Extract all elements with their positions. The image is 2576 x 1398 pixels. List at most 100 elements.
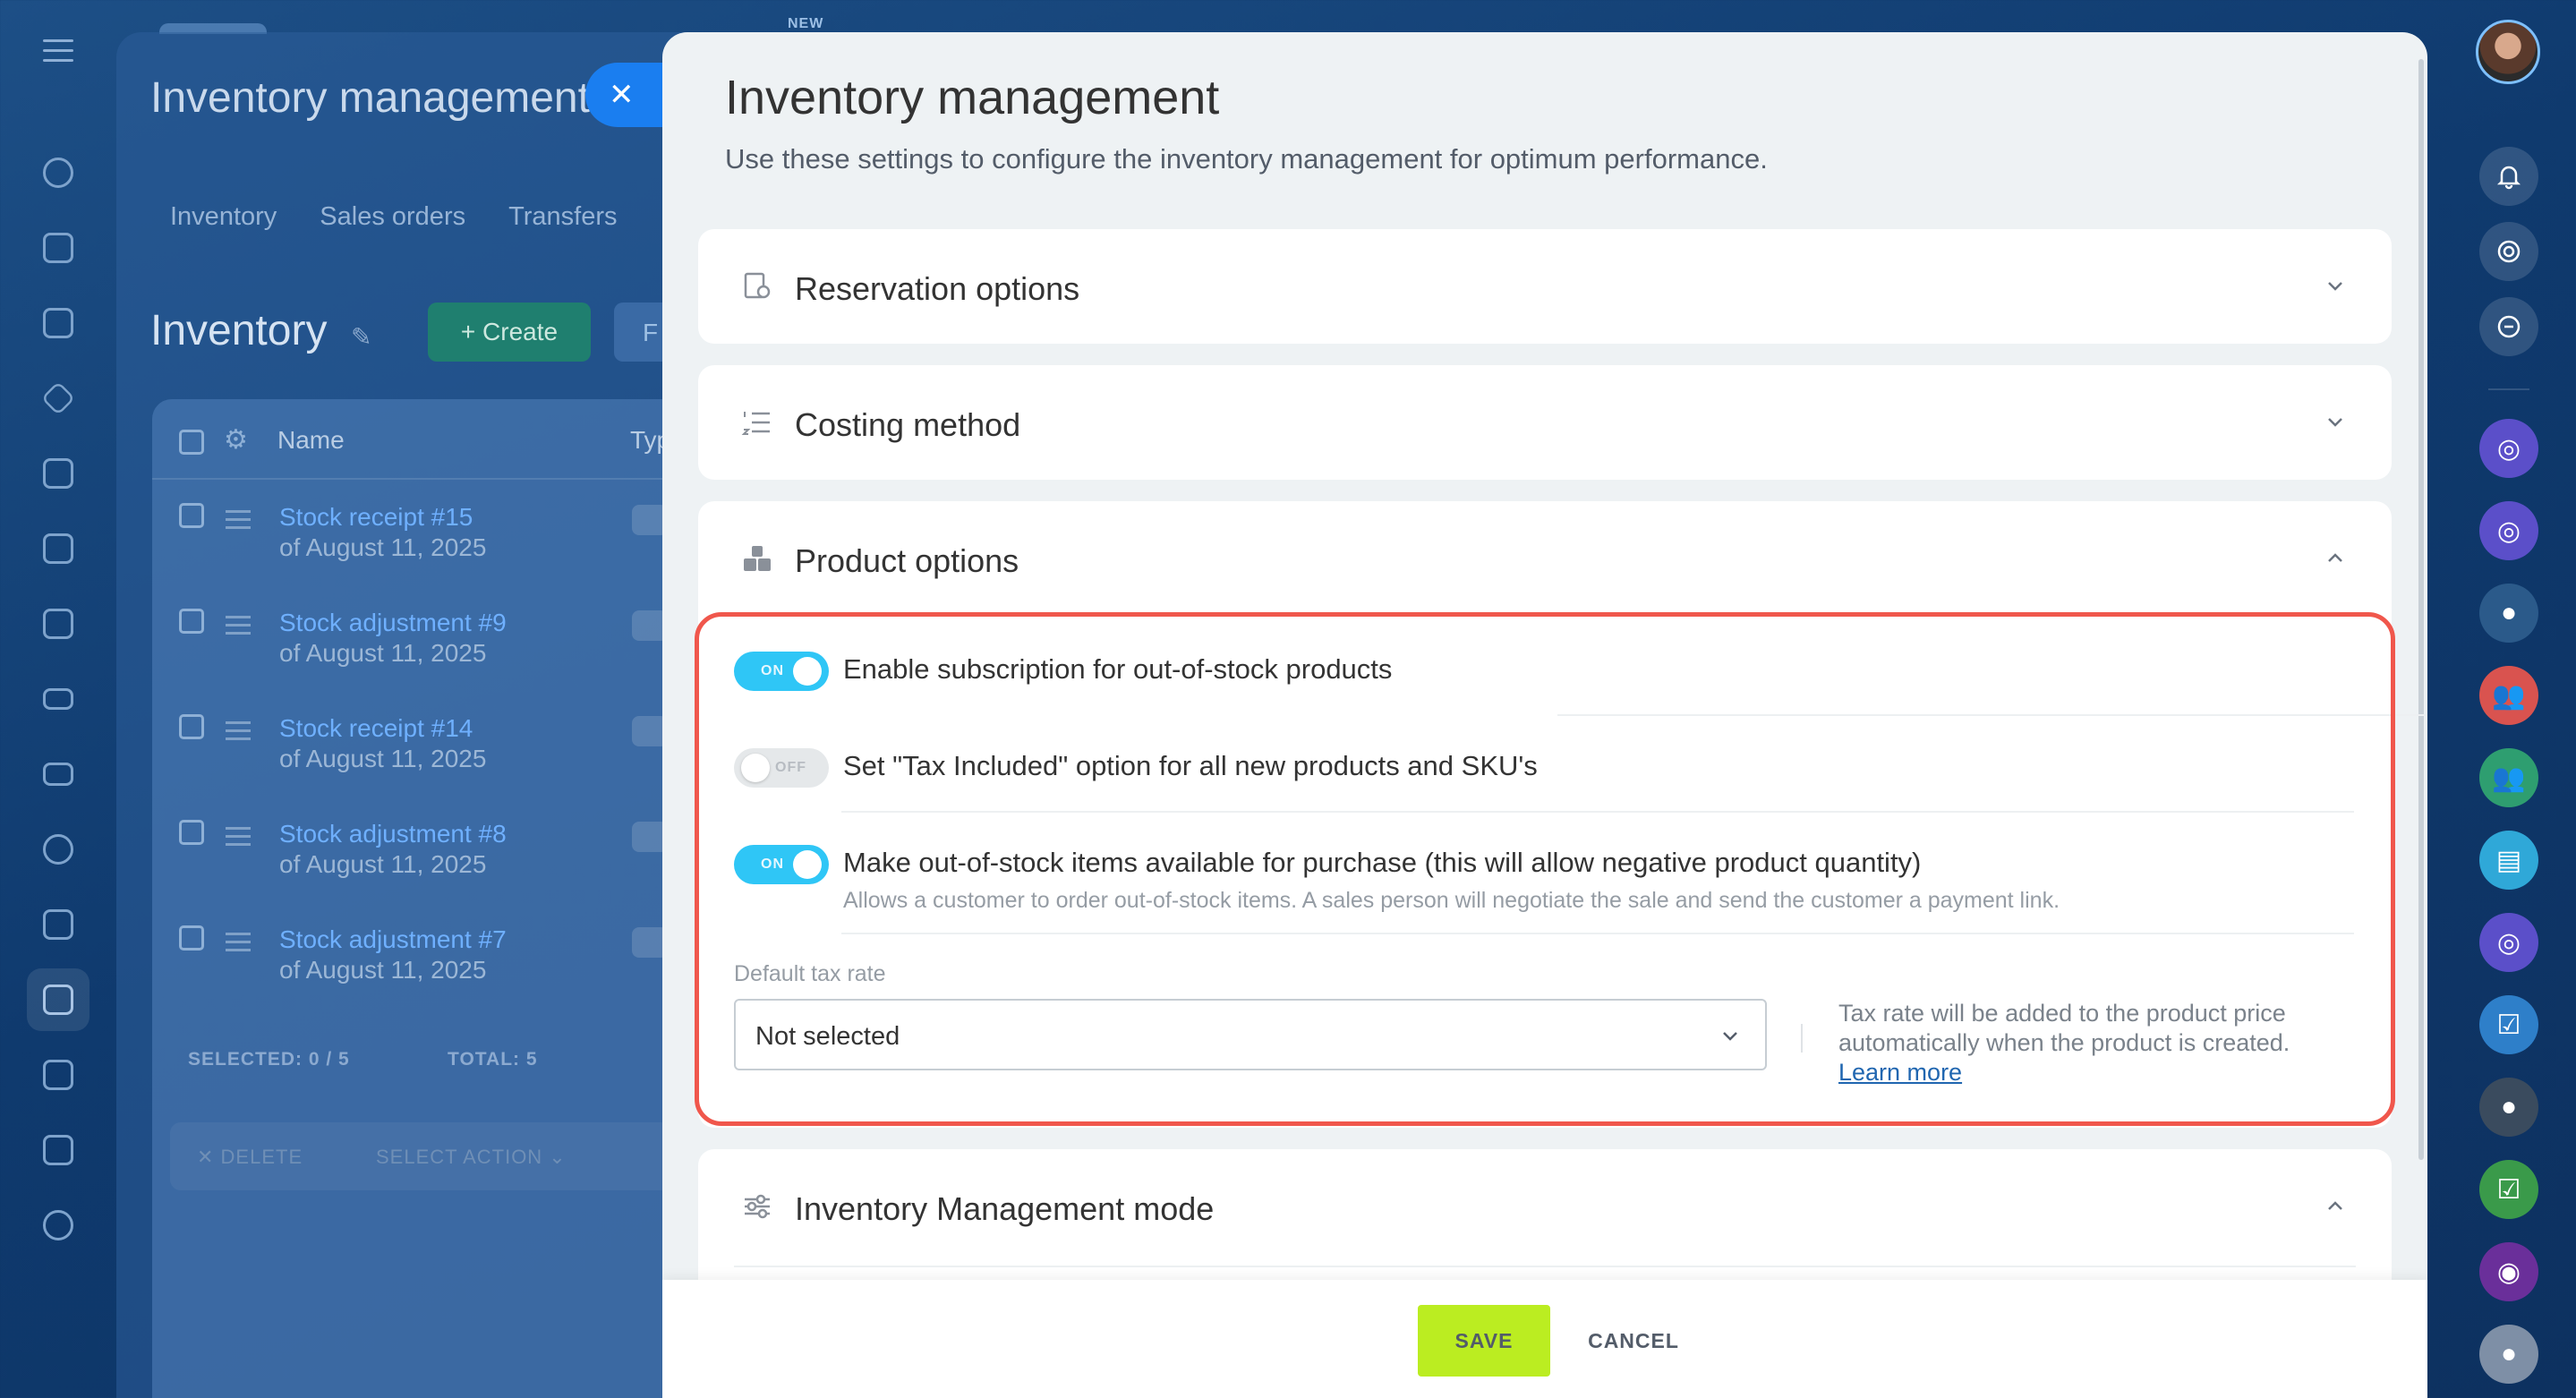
- inventory-mode-title: Inventory Management mode: [795, 1190, 1215, 1227]
- costing-method-header[interactable]: Costing method: [698, 365, 2392, 480]
- delete-button[interactable]: ✕ DELETE: [197, 1146, 303, 1169]
- search-chat-icon[interactable]: [2479, 297, 2538, 356]
- highlight-frame: [695, 612, 2395, 1126]
- numbered-list-icon: [741, 412, 770, 435]
- inventory-mode-header[interactable]: Inventory Management mode: [698, 1149, 2392, 1264]
- right-rail: ◎ ◎ ● 👥 👥 ▤ ◎ ☑ ● ☑ ◉ ●: [2451, 0, 2576, 1398]
- drag-handle-icon[interactable]: [226, 721, 251, 746]
- rail-reports-icon[interactable]: [27, 1044, 90, 1106]
- reservation-options-header[interactable]: Reservation options: [698, 229, 2392, 344]
- row-checkbox[interactable]: [179, 503, 204, 528]
- row-checkbox[interactable]: [179, 714, 204, 739]
- row-checkbox[interactable]: [179, 609, 204, 634]
- tab-inventory[interactable]: Inventory: [170, 202, 277, 232]
- column-name: Name: [277, 426, 345, 454]
- inventory-list-title: Inventory: [150, 307, 328, 354]
- reservation-options-title: Reservation options: [795, 270, 1080, 307]
- task-icon[interactable]: ☑: [2479, 995, 2538, 1054]
- row-name-link[interactable]: Stock adjustment #9: [279, 609, 507, 637]
- rail-docs-icon[interactable]: [27, 517, 90, 580]
- rail-sites-icon[interactable]: [27, 592, 90, 655]
- tab-sales-orders[interactable]: Sales orders: [320, 202, 465, 232]
- slider-footer: SAVE CANCEL: [662, 1280, 2427, 1398]
- drag-handle-icon[interactable]: [226, 510, 251, 534]
- task-icon-2[interactable]: ☑: [2479, 1160, 2538, 1219]
- gear-icon[interactable]: ⚙: [224, 424, 248, 456]
- select-all-checkbox[interactable]: [179, 430, 204, 455]
- contact-avatar-2[interactable]: ●: [2479, 1078, 2538, 1137]
- contact-avatar[interactable]: ●: [2479, 584, 2538, 643]
- group-chat-icon-2[interactable]: 👥: [2479, 748, 2538, 807]
- rail-mail-icon[interactable]: [27, 743, 90, 806]
- product-options-title: Product options: [795, 542, 1019, 579]
- row-date: of August 11, 2025: [279, 745, 487, 772]
- chevron-up-icon[interactable]: [2325, 548, 2345, 567]
- costing-method-title: Costing method: [795, 406, 1021, 443]
- chat-bot-icon[interactable]: ◎: [2479, 419, 2538, 478]
- user-avatar[interactable]: [2476, 20, 2540, 84]
- costing-method-card[interactable]: Costing method: [698, 365, 2392, 480]
- chevron-down-icon[interactable]: [2325, 412, 2345, 431]
- group-chat-icon[interactable]: 👥: [2479, 666, 2538, 725]
- rail-automation-icon[interactable]: [27, 1194, 90, 1257]
- rail-crm-icon[interactable]: [27, 367, 90, 430]
- bulk-actions-bar: ✕ DELETE SELECT ACTION ⌄: [170, 1122, 671, 1190]
- rail-inventory-icon[interactable]: [27, 968, 90, 1031]
- fingerprint-icon[interactable]: ◉: [2479, 1242, 2538, 1301]
- create-button[interactable]: + Create: [428, 303, 591, 362]
- rail-calendar-icon[interactable]: [27, 442, 90, 505]
- rail-divider: [2488, 388, 2529, 390]
- chat-bot-icon-3[interactable]: ◎: [2479, 913, 2538, 972]
- drag-handle-icon[interactable]: [226, 616, 251, 640]
- menu-icon[interactable]: [43, 39, 73, 63]
- message-icon[interactable]: ▤: [2479, 831, 2538, 890]
- close-icon: ✕: [609, 78, 635, 112]
- row-date: of August 11, 2025: [279, 639, 487, 667]
- row-date: of August 11, 2025: [279, 956, 487, 984]
- product-options-header[interactable]: Product options: [698, 501, 2392, 616]
- rail-activity-icon[interactable]: [27, 141, 90, 204]
- select-action-dropdown[interactable]: SELECT ACTION ⌄: [376, 1146, 567, 1169]
- background-tabs: Inventory Sales orders Transfers: [170, 202, 618, 232]
- settings-slider: Inventory management Use these settings …: [662, 32, 2427, 1398]
- close-slider-button[interactable]: ✕: [585, 63, 666, 127]
- tab-transfers[interactable]: Transfers: [508, 202, 617, 232]
- rail-chat-icon[interactable]: [27, 217, 90, 279]
- row-date: of August 11, 2025: [279, 533, 487, 561]
- drag-handle-icon[interactable]: [226, 827, 251, 851]
- divider: [734, 1266, 2356, 1267]
- new-badge: NEW: [788, 16, 824, 31]
- rail-checklist-icon[interactable]: [27, 893, 90, 956]
- row-date: of August 11, 2025: [279, 850, 487, 878]
- row-name-link[interactable]: Stock adjustment #8: [279, 820, 507, 848]
- rail-storage-icon[interactable]: [27, 668, 90, 730]
- pin-icon[interactable]: ✎: [351, 322, 371, 352]
- rail-contacts-icon[interactable]: [27, 818, 90, 881]
- chevron-down-icon[interactable]: [2325, 276, 2345, 295]
- left-nav-rail: [0, 0, 116, 1398]
- document-gear-icon: [744, 272, 771, 299]
- row-name-link[interactable]: Stock receipt #14: [279, 714, 473, 743]
- row-checkbox[interactable]: [179, 925, 204, 950]
- save-button[interactable]: SAVE: [1418, 1305, 1550, 1377]
- rail-shop-icon[interactable]: [27, 1119, 90, 1181]
- chevron-up-icon[interactable]: [2325, 1196, 2345, 1215]
- scrollbar[interactable]: [2418, 59, 2424, 1160]
- row-name-link[interactable]: Stock adjustment #7: [279, 925, 507, 954]
- rail-tasks-icon[interactable]: [27, 292, 90, 354]
- target-icon[interactable]: [2479, 222, 2538, 281]
- cancel-button[interactable]: CANCEL: [1575, 1305, 1692, 1377]
- reservation-options-card[interactable]: Reservation options: [698, 229, 2392, 344]
- row-name-link[interactable]: Stock receipt #15: [279, 503, 473, 532]
- drag-handle-icon[interactable]: [226, 933, 251, 957]
- chat-bot-icon-2[interactable]: ◎: [2479, 501, 2538, 560]
- row-checkbox[interactable]: [179, 820, 204, 845]
- boxes-icon: [744, 546, 771, 571]
- background-title: Inventory management: [150, 74, 590, 122]
- page-title: Inventory management: [725, 71, 1220, 124]
- bell-icon[interactable]: [2479, 147, 2538, 206]
- selected-count: SELECTED: 0 / 5: [188, 1049, 350, 1070]
- total-count: TOTAL: 5: [448, 1049, 538, 1070]
- contact-avatar-3[interactable]: ●: [2479, 1325, 2538, 1384]
- page-subtitle: Use these settings to configure the inve…: [725, 143, 1768, 175]
